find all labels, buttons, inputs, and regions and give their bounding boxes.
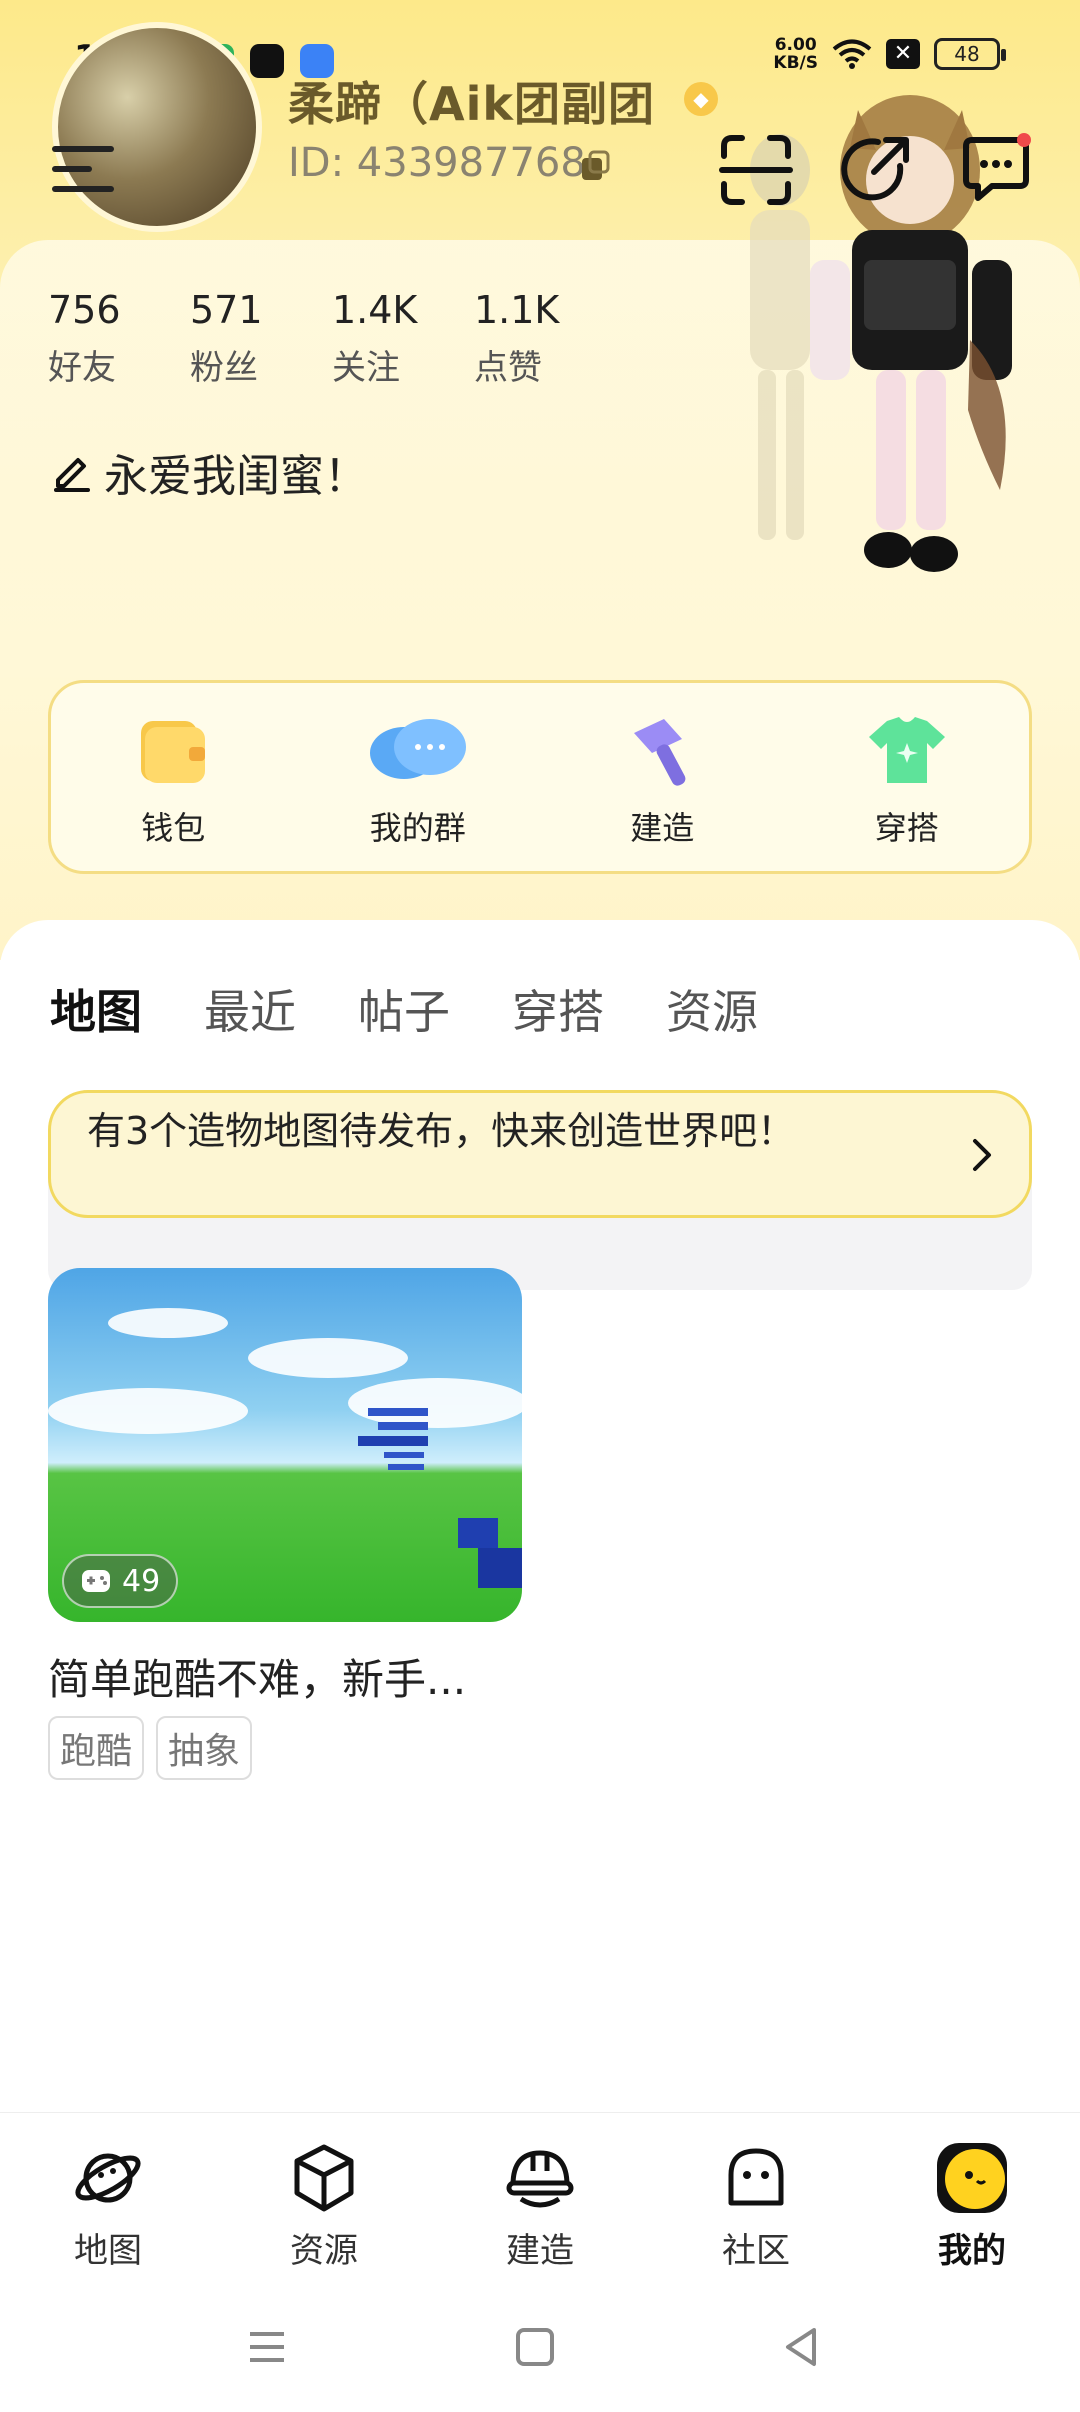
nav-label: 地图 [74,2231,142,2271]
nav-build[interactable]: 建造 [432,2113,648,2282]
shortcut-outfit[interactable]: 穿搭 [785,683,1030,871]
tag-chip[interactable]: 抽象 [156,1716,253,1780]
nav-label: 资源 [290,2231,358,2271]
wifi-icon [832,39,872,69]
user-id: ID: 433987768 [288,140,586,186]
content-panel: 地图 最近 帖子 穿搭 资源 有3个造物地图待发布，快来创造世界吧！ 49 简单… [0,920,1080,2120]
tiktok-icon [250,44,284,78]
play-count-badge: 49 [62,1554,179,1608]
nav-resources[interactable]: 资源 [216,2113,432,2282]
shortcut-label: 钱包 [141,809,206,847]
back-icon[interactable] [776,2322,826,2372]
stat-value: 571 [190,288,263,332]
tab-maps[interactable]: 地图 [50,976,148,1042]
tag-chip[interactable]: 跑酷 [48,1716,145,1780]
copy-icon[interactable] [578,150,612,184]
stat-label: 关注 [332,348,400,388]
gamepad-icon [82,1570,110,1592]
net-speed-unit: KB/S [773,53,818,73]
shortcut-panel: 钱包 我的群 建造 穿搭 [48,680,1032,874]
menu-button[interactable] [52,146,114,198]
bottom-nav: 地图 资源 建造 社区 我的 [0,2112,1080,2282]
wallet-icon [141,721,206,783]
shortcut-wallet[interactable]: 钱包 [51,683,296,871]
net-speed-value: 6.00 [774,35,817,55]
cloud [108,1308,228,1338]
map-card-thumbnail[interactable]: 49 [48,1268,522,1622]
stat-following[interactable]: 1.4K 关注 [332,288,474,389]
stat-likes[interactable]: 1.1K 点赞 [474,288,616,389]
bio[interactable]: 永爱我闺蜜！ [50,440,368,504]
nav-maps[interactable]: 地图 [0,2113,216,2282]
stat-label: 点赞 [474,348,542,388]
chick-icon [937,2143,1007,2213]
recents-icon[interactable] [242,2322,292,2372]
outfit-icon [868,717,945,783]
tab-resources[interactable]: 资源 [666,976,758,1042]
user-name: 柔蹄（Aik团副团 [288,77,655,131]
shortcut-label: 我的群 [369,809,466,847]
parkour-blocks [358,1408,522,1588]
net-speed: 6.00 KB/S [773,36,818,72]
nav-me[interactable]: 我的 [864,2113,1080,2282]
home-icon[interactable] [510,2322,560,2372]
status-right-group: 6.00 KB/S ✕ 48 [773,36,1006,72]
menu-line [52,166,92,172]
play-count: 49 [122,1563,161,1599]
shortcut-build[interactable]: 建造 [540,683,785,871]
chat-group-icon [369,719,466,779]
content-tabs: 地图 最近 帖子 穿搭 资源 [50,976,758,1042]
message-icon[interactable] [958,132,1034,208]
menu-line [52,146,114,152]
draft-notice-banner[interactable]: 有3个造物地图待发布，快来创造世界吧！ [48,1090,1032,1218]
sim-off-icon: ✕ [886,39,920,69]
planet-icon [75,2153,141,2203]
nav-label: 建造 [506,2231,574,2271]
stat-followers[interactable]: 571 粉丝 [190,288,332,389]
nav-community[interactable]: 社区 [648,2113,864,2282]
cloud [248,1338,408,1378]
tab-posts[interactable]: 帖子 [358,976,450,1042]
stat-value: 1.4K [332,288,418,332]
bio-text: 永爱我闺蜜！ [104,451,368,502]
nav-label: 我的 [938,2231,1006,2271]
map-card-tags: 跑酷 抽象 [48,1716,253,1780]
share-icon[interactable] [838,132,914,208]
edit-pen-icon [54,458,90,492]
tab-outfits[interactable]: 穿搭 [512,976,604,1042]
stat-value: 1.1K [474,288,560,332]
battery-indicator: 48 [934,38,1006,70]
stat-value: 756 [48,288,121,332]
menu-line [52,186,114,192]
profile-stats: 756 好友 571 粉丝 1.4K 关注 1.1K 点赞 [48,288,616,389]
stat-label: 粉丝 [190,348,258,388]
shortcut-label: 建造 [630,809,695,847]
stat-label: 好友 [48,348,116,388]
scan-icon[interactable] [718,132,794,208]
ghost-icon [728,2148,784,2206]
map-card-title[interactable]: 简单跑酷不难，新手... [48,1646,466,1707]
notice-text: 有3个造物地图待发布，快来创造世界吧！ [87,1109,796,1153]
chevron-right-icon [973,1139,991,1171]
cube-icon [294,2144,354,2212]
shortcut-my-groups[interactable]: 我的群 [296,683,541,871]
nav-label: 社区 [722,2231,790,2271]
tab-recent[interactable]: 最近 [204,976,296,1042]
gamepad-badge-icon: ◆ [684,82,718,116]
stat-friends[interactable]: 756 好友 [48,288,190,389]
cloud [48,1388,248,1434]
hammer-icon [634,719,686,786]
helmet-icon [506,2150,574,2208]
system-nav-bar [0,2282,1080,2412]
shortcut-label: 穿搭 [874,809,939,847]
avatar[interactable] [52,22,262,232]
